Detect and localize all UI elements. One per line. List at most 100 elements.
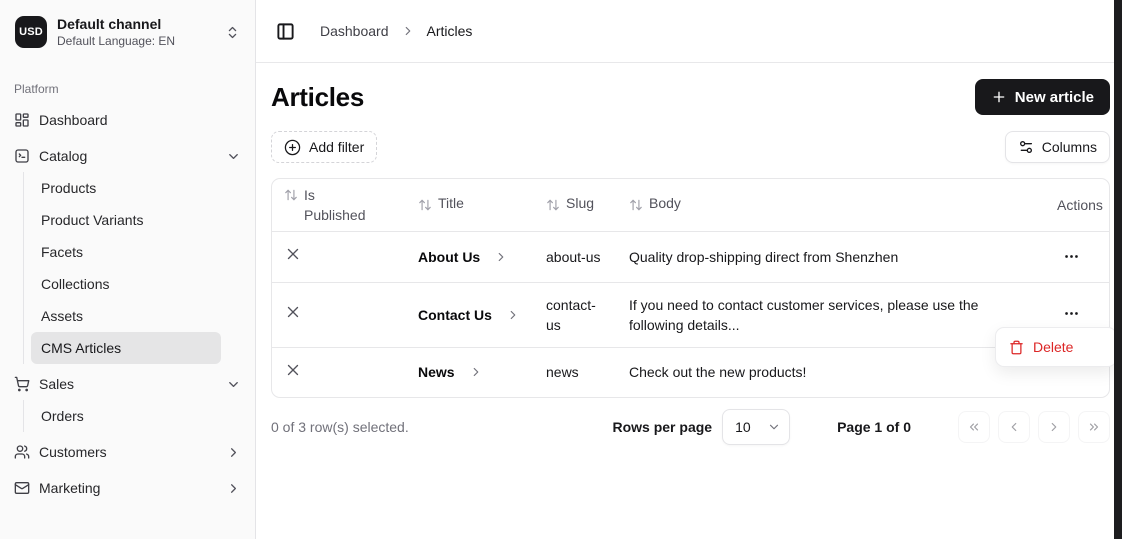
is-published-cell <box>272 232 406 283</box>
chevron-down-icon <box>226 377 241 392</box>
table-row: News news Check out the new products! <box>272 347 1109 397</box>
sidebar-item-marketing[interactable]: Marketing <box>14 472 241 504</box>
sidebar-toggle-button[interactable] <box>272 18 298 44</box>
slug-cell: contact-us <box>534 282 617 347</box>
chevron-right-icon <box>469 365 483 379</box>
article-title: Contact Us <box>418 305 492 325</box>
chevron-left-icon <box>1007 420 1021 434</box>
last-page-button[interactable] <box>1078 411 1110 443</box>
row-actions-button[interactable] <box>1057 302 1085 326</box>
sidebar-item-products[interactable]: Products <box>31 172 221 204</box>
channel-language: Default Language: EN <box>57 33 215 49</box>
plus-icon <box>991 89 1007 105</box>
channel-meta: Default channel Default Language: EN <box>57 15 215 49</box>
new-article-button[interactable]: New article <box>975 79 1110 115</box>
catalog-subtree: Products Product Variants Facets Collect… <box>23 172 255 364</box>
article-title-link[interactable]: Contact Us <box>418 305 520 325</box>
chevron-right-icon <box>226 445 241 460</box>
chevrons-right-icon <box>1087 420 1101 434</box>
sidebar-item-assets[interactable]: Assets <box>31 300 221 332</box>
users-icon <box>14 444 30 460</box>
chevron-down-icon <box>767 420 781 434</box>
column-header-actions: Actions <box>1045 179 1109 232</box>
sales-subtree: Orders <box>23 400 255 432</box>
x-icon <box>284 361 302 379</box>
sidebar-item-collections[interactable]: Collections <box>31 268 221 300</box>
sidebar-item-dashboard[interactable]: Dashboard <box>14 104 241 136</box>
row-context-menu: Delete <box>995 327 1117 367</box>
rows-per-page-select[interactable]: 10 <box>722 409 790 445</box>
sidebar-item-label: Customers <box>39 444 107 460</box>
sidebar-item-product-variants[interactable]: Product Variants <box>31 204 221 236</box>
add-filter-button[interactable]: Add filter <box>271 131 377 163</box>
add-filter-label: Add filter <box>309 139 364 155</box>
pagination <box>958 411 1110 443</box>
article-title-link[interactable]: About Us <box>418 247 508 267</box>
screen-edge-strip <box>1114 0 1122 539</box>
channel-switcher[interactable]: USD Default channel Default Language: EN <box>8 8 247 56</box>
sort-icon <box>418 198 432 215</box>
channel-badge: USD <box>15 16 47 48</box>
sliders-icon <box>1018 139 1034 155</box>
body-cell: Check out the new products! <box>617 347 1045 397</box>
delete-menu-item[interactable]: Delete <box>1000 332 1112 362</box>
sidebar-item-customers[interactable]: Customers <box>14 436 241 468</box>
first-page-button[interactable] <box>958 411 990 443</box>
chevron-right-icon <box>1047 420 1061 434</box>
column-label: Body <box>649 195 681 211</box>
body-cell: Quality drop-shipping direct from Shenzh… <box>617 232 1045 283</box>
next-page-button[interactable] <box>1038 411 1070 443</box>
sidebar-item-catalog[interactable]: Catalog <box>14 140 241 172</box>
column-header-slug[interactable]: Slug <box>534 179 617 232</box>
page-content: Articles New article Add filter <box>256 63 1122 539</box>
sidebar-item-facets[interactable]: Facets <box>31 236 221 268</box>
column-label: Title <box>438 195 464 211</box>
page-info: Page 1 of 0 <box>837 419 911 435</box>
sidebar-item-label: Orders <box>41 408 84 424</box>
column-header-is-published[interactable]: Is Published <box>272 179 406 232</box>
column-label: Is Published <box>304 185 374 225</box>
sidebar-item-sales[interactable]: Sales <box>14 368 241 400</box>
breadcrumb: Dashboard Articles <box>320 23 472 39</box>
dashboard-icon <box>14 112 30 128</box>
slug-cell: news <box>534 347 617 397</box>
columns-button[interactable]: Columns <box>1005 131 1110 163</box>
main-area: Dashboard Articles Articles New article <box>256 0 1122 539</box>
slug-cell: about-us <box>534 232 617 283</box>
is-published-cell <box>272 347 406 397</box>
panel-left-icon <box>276 22 295 41</box>
title-cell: Contact Us <box>406 282 534 347</box>
delete-menu-label: Delete <box>1033 339 1073 355</box>
sort-icon <box>629 198 643 215</box>
sidebar-item-cms-articles[interactable]: CMS Articles <box>31 332 221 364</box>
article-title-link[interactable]: News <box>418 362 483 382</box>
previous-page-button[interactable] <box>998 411 1030 443</box>
ellipsis-icon <box>1063 305 1080 322</box>
chevrons-left-icon <box>967 420 981 434</box>
shopping-cart-icon <box>14 376 30 392</box>
ellipsis-icon <box>1063 248 1080 265</box>
column-header-title[interactable]: Title <box>406 179 534 232</box>
article-title: News <box>418 362 455 382</box>
breadcrumb-articles: Articles <box>427 23 473 39</box>
column-label: Actions <box>1057 197 1103 213</box>
chevron-right-icon <box>506 308 520 322</box>
rows-per-page-label: Rows per page <box>612 419 712 435</box>
sort-icon <box>284 188 298 205</box>
column-header-body[interactable]: Body <box>617 179 1045 232</box>
chevron-right-icon <box>401 24 415 38</box>
sidebar-item-label: Catalog <box>39 148 87 164</box>
circle-plus-icon <box>284 139 301 156</box>
new-article-label: New article <box>1015 89 1094 106</box>
sidebar-item-label: Dashboard <box>39 112 108 128</box>
sort-icon <box>546 198 560 215</box>
sidebar-nav: Dashboard Catalog Products Product Varia… <box>0 104 255 504</box>
row-actions-button[interactable] <box>1057 244 1085 268</box>
channel-name: Default channel <box>57 15 215 33</box>
table-row: About Us about-us Quality drop-shipping … <box>272 232 1109 283</box>
trash-icon <box>1009 340 1024 355</box>
platform-section-label: Platform <box>0 82 255 96</box>
breadcrumb-dashboard[interactable]: Dashboard <box>320 23 389 39</box>
sidebar-item-label: Collections <box>41 276 109 292</box>
sidebar-item-orders[interactable]: Orders <box>31 400 221 432</box>
